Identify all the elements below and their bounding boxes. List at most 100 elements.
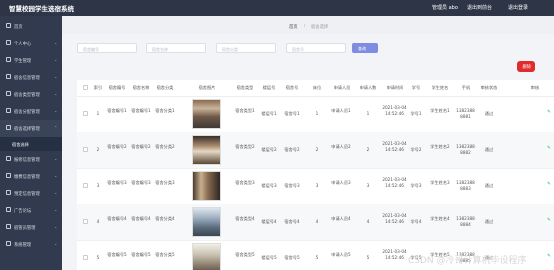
breadcrumb-home[interactable]: 首页 xyxy=(289,24,298,30)
cell-count: 3 xyxy=(366,183,370,188)
select-all-checkbox[interactable] xyxy=(83,85,88,90)
chevron-down-icon: ⌄ xyxy=(54,57,58,62)
sidebar: 首页 个人中心 ⌄ 学生管理 ⌄ 宿舍信息管理 ⌄ 宿舍类型管理 ⌄ 宿舍分配管… xyxy=(0,16,62,270)
search-input-dorm-code[interactable]: 宿舍编号 xyxy=(77,43,137,53)
cell-index: 4 xyxy=(96,219,100,224)
cell-name: 宿舍编号2 xyxy=(131,144,151,149)
cell-bed: 2 xyxy=(315,147,319,152)
user-icon xyxy=(6,40,11,45)
sidebar-item-dorm-types[interactable]: 宿舍类型管理 ⌄ xyxy=(0,86,62,103)
cell-count: 4 xyxy=(366,219,370,224)
row-checkbox[interactable] xyxy=(83,147,88,152)
column-header: 宿舍类型 xyxy=(236,85,254,90)
query-button[interactable]: 查询 xyxy=(352,43,378,53)
cell-room: 宿舍号2 xyxy=(284,147,300,152)
sidebar-item-label: 宿舍选择管理 xyxy=(14,127,40,132)
cell-code: 宿舍编号5 xyxy=(107,252,127,257)
search-input-dorm-category[interactable]: 宿舍分类 xyxy=(216,43,276,53)
exit-to-frontend-link[interactable]: 退出到前台 xyxy=(467,4,492,11)
sidebar-item-forum[interactable]: 广告论坛 ⌄ xyxy=(0,202,62,219)
current-user: 管理员 abo xyxy=(432,5,458,11)
sidebar-item-dorm-assign[interactable]: 宿舍分配管理 ⌄ xyxy=(0,103,62,120)
row-checkbox[interactable] xyxy=(83,183,88,188)
table-row[interactable]: 4 宿舍编号4 宿舍编号4 宿舍分类4 宿舍类型4 楼层号4 宿舍号4 4 申请… xyxy=(77,204,554,241)
calendar-icon xyxy=(6,190,11,195)
cell-applicant: 申请人员4 xyxy=(331,216,351,221)
cell-student-name: 学生姓名4 xyxy=(430,216,450,221)
cell-time: 2021-03-04 14:52:46 xyxy=(382,141,407,152)
sidebar-item-label: 报修信息管理 xyxy=(14,158,40,163)
sidebar-subitem-dorm-select[interactable]: 宿舍选择 xyxy=(0,137,62,151)
cell-code: 宿舍编号1 xyxy=(107,108,127,113)
sidebar-item-profile[interactable]: 个人中心 ⌄ xyxy=(0,35,62,52)
cell-name: 宿舍编号4 xyxy=(131,216,151,221)
dorm-image xyxy=(192,99,221,129)
breadcrumb: 首页 / 宿舍选择 xyxy=(62,16,554,34)
cell-room: 宿舍号5 xyxy=(284,255,300,260)
search-input-room-number[interactable]: 宿舍号 xyxy=(286,43,346,53)
cell-student-id: 学号4 xyxy=(410,219,422,224)
cell-code: 宿舍编号4 xyxy=(107,216,127,221)
edit-icon[interactable]: ✎ xyxy=(547,146,551,151)
sidebar-item-payments[interactable]: 缴费信息管理 ⌄ xyxy=(0,168,62,185)
cell-name: 宿舍编号5 xyxy=(131,252,151,257)
cell-bed: 3 xyxy=(315,183,319,188)
wrench-icon xyxy=(6,156,11,161)
column-header: 手机 xyxy=(461,85,471,90)
cell-phone: 13823888883 xyxy=(456,180,475,191)
cell-status: 通过 xyxy=(484,111,494,116)
row-checkbox[interactable] xyxy=(83,255,88,260)
sidebar-item-dorm-select[interactable]: 宿舍选择管理 ⌃ xyxy=(0,120,62,137)
sidebar-item-dorm-info[interactable]: 宿舍信息管理 ⌄ xyxy=(0,69,62,86)
top-bar: 智慧校园学生选宿系统 管理员 abo 退出到前台 退出登录 xyxy=(0,0,554,16)
edit-icon[interactable]: ✎ xyxy=(547,218,551,223)
edit-icon[interactable]: ✎ xyxy=(547,254,551,259)
cell-index: 1 xyxy=(96,111,100,116)
search-input-dorm-name[interactable]: 宿舍名称 xyxy=(146,43,206,53)
manager-icon xyxy=(6,224,11,229)
row-checkbox[interactable] xyxy=(83,111,88,116)
edit-icon[interactable]: ✎ xyxy=(547,182,551,187)
cell-code: 宿舍编号3 xyxy=(107,180,127,185)
cell-code: 宿舍编号2 xyxy=(107,144,127,149)
cell-type: 宿舍类型3 xyxy=(235,180,255,185)
table-row[interactable]: 3 宿舍编号3 宿舍编号3 宿舍分类3 宿舍类型3 楼层号3 宿舍号3 3 申请… xyxy=(77,168,554,205)
delete-button[interactable]: 删除 xyxy=(517,61,535,72)
forum-icon xyxy=(6,207,11,212)
app-title: 智慧校园学生选宿系统 xyxy=(9,5,74,13)
table-row[interactable]: 2 宿舍编号2 宿舍编号2 宿舍分类2 宿舍类型2 楼层号2 宿舍号2 2 申请… xyxy=(77,132,554,169)
column-header: 宿舍号 xyxy=(285,85,299,90)
column-header: 学号 xyxy=(411,85,421,90)
table-row[interactable]: 1 宿舍编号1 宿舍编号1 宿舍分类1 宿舍类型1 楼层号1 宿舍号1 1 申请… xyxy=(77,96,554,133)
table-header: 索引 宿舍编号 宿舍名称 宿舍分类 宿舍图片 宿舍类型 楼层号 宿舍号 床位 申… xyxy=(77,80,554,97)
sidebar-item-repairs[interactable]: 报修信息管理 ⌄ xyxy=(0,151,62,168)
sidebar-item-managers[interactable]: 宿管员管理 ⌄ xyxy=(0,219,62,236)
row-checkbox[interactable] xyxy=(83,219,88,224)
cell-applicant: 申请人员5 xyxy=(331,252,351,257)
cell-applicant: 申请人员1 xyxy=(331,108,351,113)
cell-student-id: 学号2 xyxy=(410,147,422,152)
cell-category: 宿舍分类5 xyxy=(155,252,175,257)
cell-phone: 13823888884 xyxy=(456,216,475,227)
cell-bed: 4 xyxy=(315,219,319,224)
logout-link[interactable]: 退出登录 xyxy=(508,4,528,11)
sidebar-item-home[interactable]: 首页 xyxy=(0,18,62,35)
sidebar-item-label: 宿舍分配管理 xyxy=(14,110,40,115)
chevron-down-icon: ⌄ xyxy=(54,207,58,212)
chevron-down-icon: ⌄ xyxy=(54,190,58,195)
cell-floor: 楼层号2 xyxy=(261,147,277,152)
cell-student-name: 学生姓名3 xyxy=(430,180,450,185)
cell-bed: 5 xyxy=(315,255,319,260)
settings-icon xyxy=(6,241,11,246)
cell-bed: 1 xyxy=(315,111,319,116)
sidebar-item-label: 系统管理 xyxy=(14,243,32,248)
sidebar-item-students[interactable]: 学生管理 ⌄ xyxy=(0,52,62,69)
dorm-image xyxy=(192,243,221,270)
cell-room: 宿舍号4 xyxy=(284,219,300,224)
sidebar-item-reservations[interactable]: 预定信息管理 ⌄ xyxy=(0,185,62,202)
cell-time: 2021-03-04 14:52:46 xyxy=(382,105,407,116)
sidebar-item-system[interactable]: 系统管理 ⌄ xyxy=(0,236,62,253)
cell-student-name: 学生姓名2 xyxy=(430,144,450,149)
cell-student-name: 学生姓名1 xyxy=(430,108,450,113)
edit-icon[interactable]: ✎ xyxy=(547,110,551,115)
